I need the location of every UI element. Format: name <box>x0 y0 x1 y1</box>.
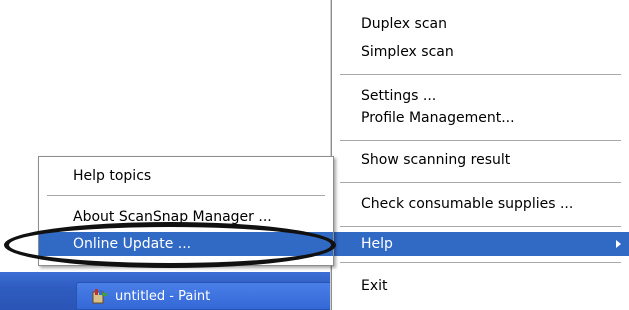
submenu-arrow-icon <box>616 240 621 248</box>
menu-separator <box>340 226 621 227</box>
taskbar-paint-button[interactable]: untitled - Paint <box>76 282 336 310</box>
submenu-item-help-topics[interactable]: Help topics <box>39 164 333 188</box>
annotation-ellipse <box>4 222 336 268</box>
menu-separator <box>47 195 325 196</box>
menu-item-label: Simplex scan <box>361 44 454 60</box>
screenshot-stage: untitled - Paint Duplex scan Simplex sca… <box>0 0 629 310</box>
menu-item-duplex-scan[interactable]: Duplex scan <box>332 12 629 36</box>
menu-item-label: Duplex scan <box>361 16 447 32</box>
menu-item-label: Check consumable supplies ... <box>361 196 574 212</box>
menu-item-label: Settings ... <box>361 88 437 104</box>
menu-item-label: Help <box>361 236 393 252</box>
taskbar-button-label: untitled - Paint <box>115 288 211 304</box>
menu-item-profile-management[interactable]: Profile Management... <box>332 106 629 130</box>
menu-item-check-consumable-supplies[interactable]: Check consumable supplies ... <box>332 192 629 216</box>
menu-separator <box>340 74 621 75</box>
menu-separator <box>340 182 621 183</box>
menu-item-label: Profile Management... <box>361 110 515 126</box>
paint-app-icon <box>92 289 107 304</box>
menu-item-help[interactable]: Help <box>332 232 629 256</box>
menu-item-settings[interactable]: Settings ... <box>332 84 629 108</box>
menu-item-label: Show scanning result <box>361 152 511 168</box>
scansnap-context-menu: Duplex scan Simplex scan Settings ... Pr… <box>331 0 629 310</box>
menu-item-simplex-scan[interactable]: Simplex scan <box>332 40 629 64</box>
menu-item-label: Exit <box>361 278 388 294</box>
menu-separator <box>340 262 621 263</box>
submenu-item-label: Help topics <box>73 168 152 184</box>
menu-item-exit[interactable]: Exit <box>332 274 629 298</box>
menu-separator <box>340 140 621 141</box>
menu-item-show-scanning-result[interactable]: Show scanning result <box>332 148 629 172</box>
